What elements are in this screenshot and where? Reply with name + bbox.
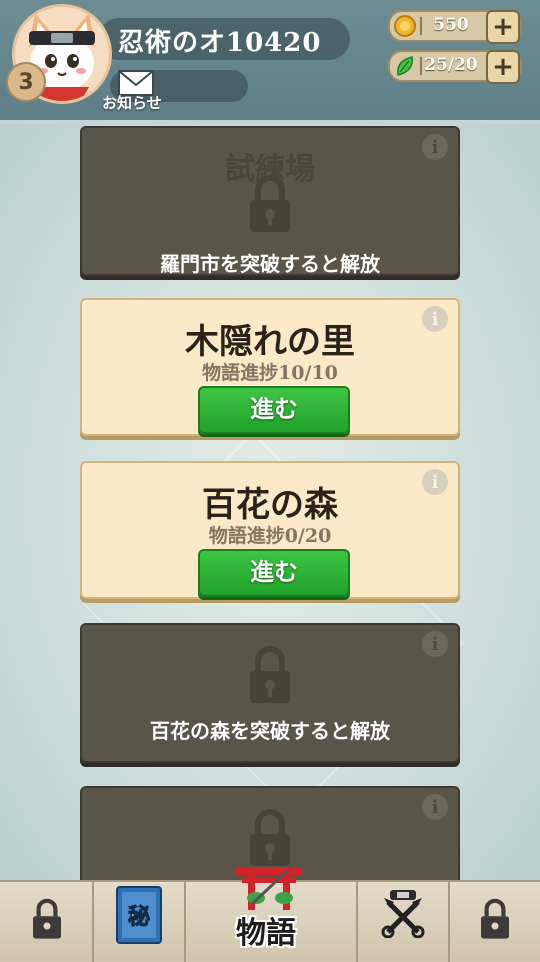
nav-item-secret-scroll[interactable]: 秘 bbox=[94, 882, 184, 962]
lock-icon bbox=[33, 898, 61, 939]
player-level-badge: 3 bbox=[6, 62, 46, 102]
unlock-condition: 百花の森を突破すると解放 bbox=[150, 719, 390, 743]
mail-label[interactable]: お知らせ bbox=[102, 92, 162, 113]
secret-scroll-icon: 秘 bbox=[116, 886, 162, 944]
stage-card-locked[interactable]: i 百花の森を突破すると解放 bbox=[80, 623, 460, 763]
stage-title: 木隠れの里 bbox=[185, 322, 355, 362]
proceed-button[interactable]: 進む bbox=[198, 386, 350, 434]
info-icon[interactable]: i bbox=[422, 794, 448, 820]
energy-counter: 25/20 + bbox=[388, 50, 522, 84]
coin-icon bbox=[394, 15, 416, 37]
nav-item-ninja-tools[interactable] bbox=[358, 882, 448, 962]
story-progress: 物語進捗0/20 bbox=[208, 525, 332, 547]
secret-glyph: 秘 bbox=[128, 904, 150, 930]
crossed-kunai-icon bbox=[381, 890, 425, 938]
story-progress: 物語進捗10/10 bbox=[202, 362, 338, 384]
stage-card-hyakka-forest[interactable]: i 百花の森 物語進捗0/20 進む bbox=[80, 461, 460, 599]
lock-icon bbox=[250, 646, 290, 703]
coin-counter: 550 + bbox=[388, 10, 522, 44]
player-name: 忍術のオ10420 bbox=[118, 28, 322, 58]
stage-title: 百花の森 bbox=[202, 485, 338, 525]
stage-card-konohagakure[interactable]: i 木隠れの里 物語進捗10/10 進む bbox=[80, 298, 460, 436]
add-coins-button[interactable]: + bbox=[486, 10, 520, 44]
lock-icon bbox=[250, 175, 290, 232]
lock-icon bbox=[250, 809, 290, 866]
story-torii-icon bbox=[236, 868, 302, 910]
unlock-condition: 羅門市を突破すると解放 bbox=[160, 252, 380, 276]
stage-card-trial-ground[interactable]: i 試練場 羅門市を突破すると解放 bbox=[80, 126, 460, 276]
story-tab-label[interactable]: 物語 bbox=[236, 908, 296, 952]
info-icon[interactable]: i bbox=[422, 631, 448, 657]
lock-icon bbox=[481, 898, 509, 939]
coin-value: 550 bbox=[433, 15, 469, 35]
nav-item-locked-left[interactable] bbox=[0, 882, 92, 962]
energy-value: 25/20 bbox=[424, 55, 478, 75]
add-energy-button[interactable]: + bbox=[486, 50, 520, 84]
nav-item-locked-right[interactable] bbox=[450, 882, 540, 962]
proceed-button[interactable]: 進む bbox=[198, 549, 350, 597]
energy-leaf-icon bbox=[397, 56, 413, 76]
